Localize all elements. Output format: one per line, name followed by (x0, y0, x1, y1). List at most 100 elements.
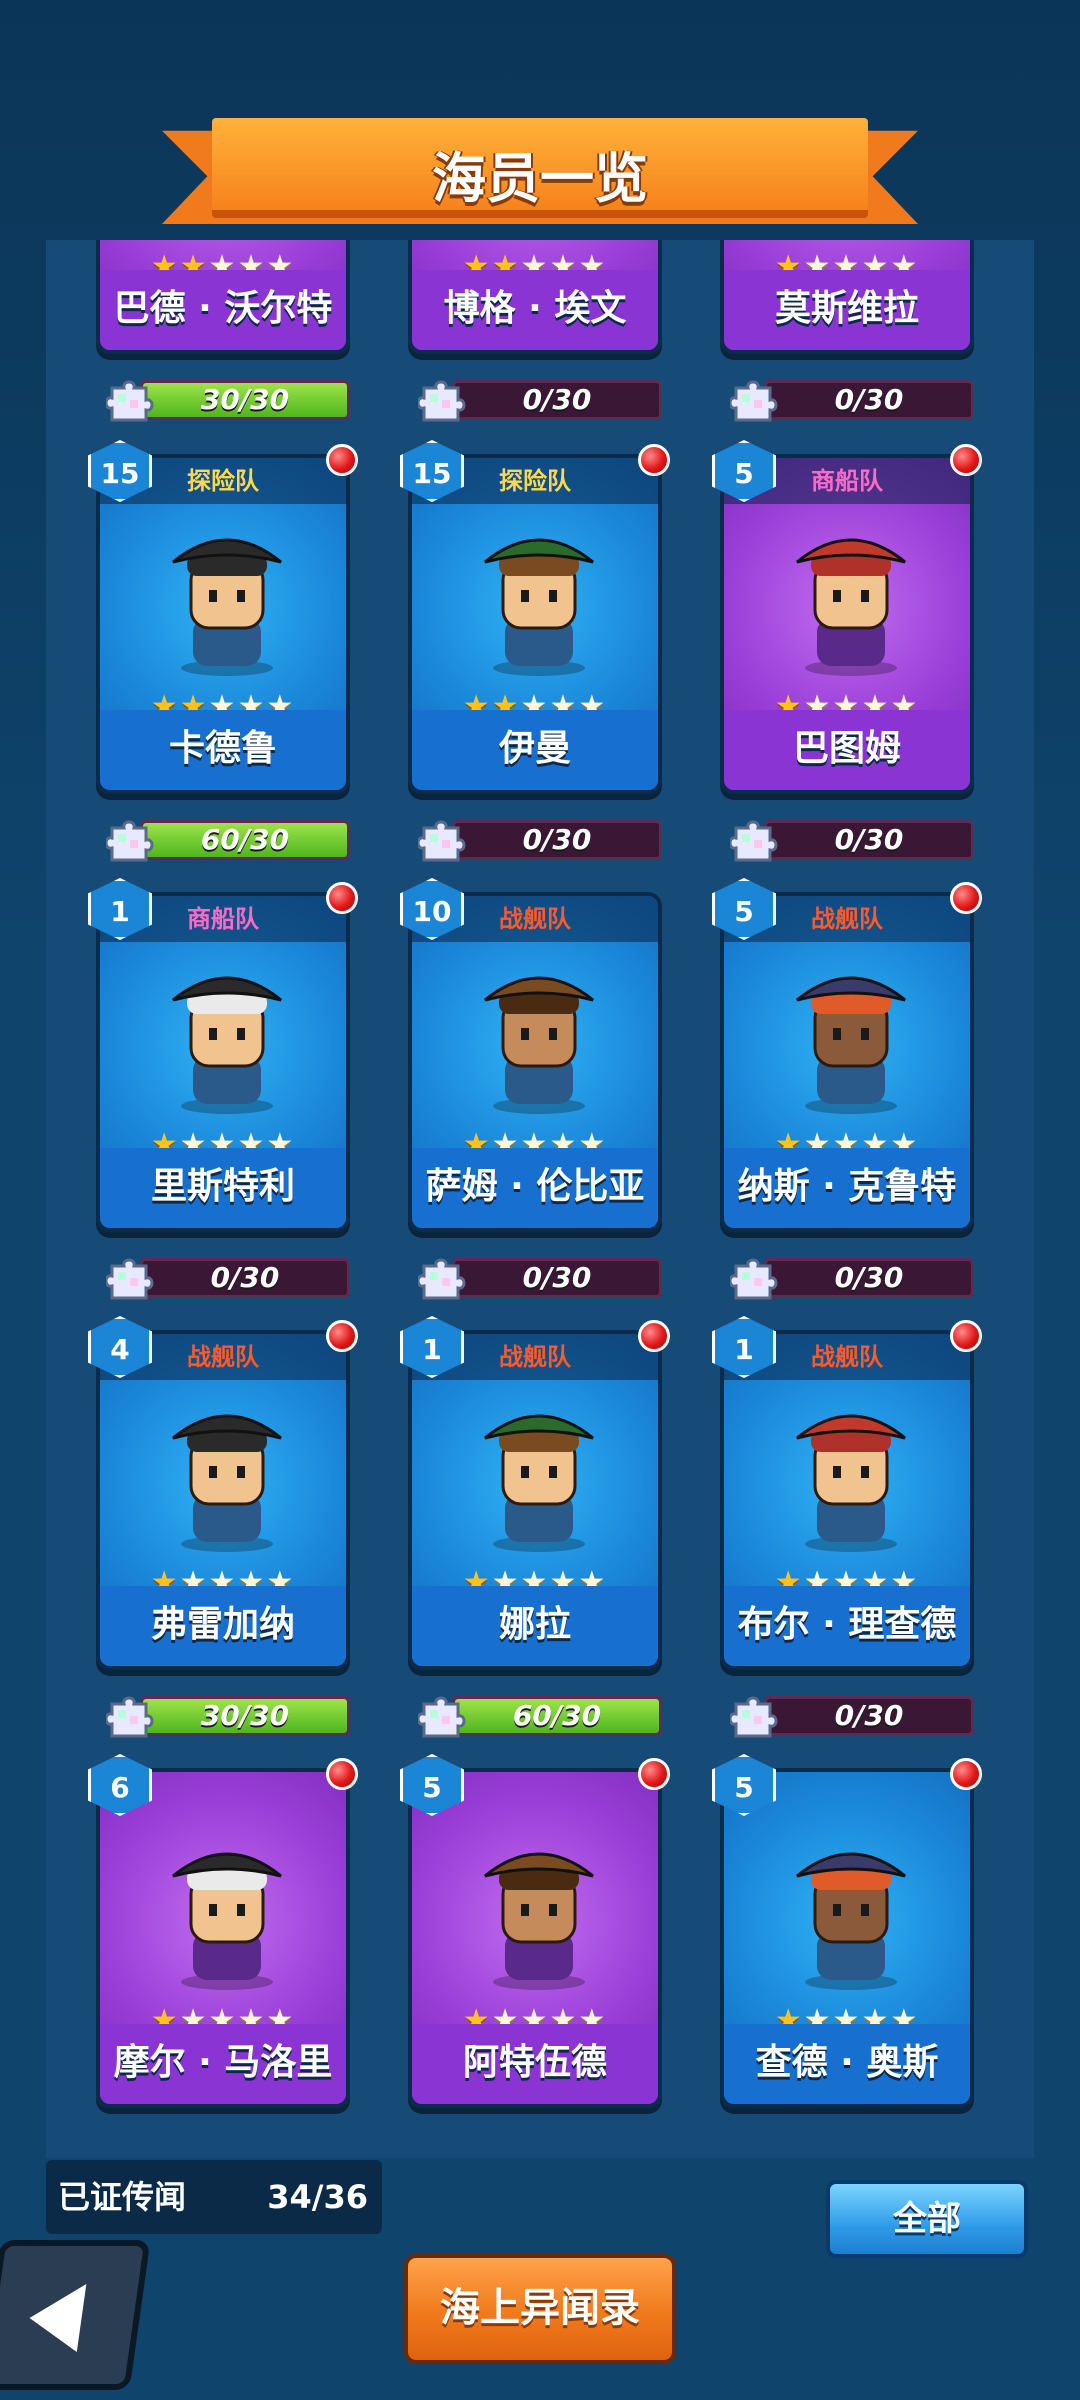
card-frame: 探险队 ★★★★★ 伊曼 (408, 454, 662, 794)
red-dot-icon (638, 1320, 670, 1352)
crew-name: 莫斯维拉 (724, 270, 970, 350)
crew-card-grid[interactable]: ★★★★★ 巴德 · 沃尔特 30/30 ★★★★★ 博格 · 埃文 0/30 ★★★★★ 莫… (46, 240, 1034, 2158)
card-frame: ★★★★★ 博格 · 埃文 (408, 240, 662, 354)
shard-progress-text: 0/30 (834, 1699, 904, 1732)
shard-progress-text: 60/30 (200, 823, 290, 856)
crew-portrait (459, 1832, 619, 1992)
back-button[interactable] (0, 2240, 151, 2390)
puzzle-piece-icon (104, 814, 158, 862)
shard-progress-text: 0/30 (834, 823, 904, 856)
puzzle-piece-icon (416, 1252, 470, 1300)
title-banner: 海员一览 (162, 118, 918, 224)
crew-card[interactable]: 战舰队 ★★★★★ 布尔 · 理查德 1 0/30 (712, 1316, 982, 1740)
crew-name: 巴图姆 (724, 710, 970, 790)
crew-portrait (147, 956, 307, 1116)
crew-card[interactable]: 商船队 ★★★★★ 里斯特利 1 0/30 (88, 878, 358, 1302)
shard-progress-bar: 0/30 (452, 1258, 662, 1298)
shard-progress: 0/30 (104, 1252, 350, 1300)
level-value: 10 (412, 895, 452, 928)
crew-card[interactable]: 战舰队 ★★★★★ 纳斯 · 克鲁特 5 0/30 (712, 878, 982, 1302)
level-value: 5 (734, 457, 754, 490)
crew-name: 萨姆 · 伦比亚 (412, 1148, 658, 1228)
level-value: 1 (734, 1333, 754, 1366)
crew-name: 摩尔 · 马洛里 (100, 2024, 346, 2104)
card-frame: 战舰队 ★★★★★ 萨姆 · 伦比亚 (408, 892, 662, 1232)
crew-card[interactable]: ★★★★★ 摩尔 · 马洛里 6 (88, 1754, 358, 2158)
shard-progress: 0/30 (728, 374, 974, 422)
sea-chronicle-button[interactable]: 海上异闻录 (404, 2254, 676, 2364)
shard-progress-bar: 0/30 (140, 1258, 350, 1298)
crew-card[interactable]: ★★★★★ 巴德 · 沃尔特 30/30 (96, 240, 350, 424)
shard-progress-text: 0/30 (522, 823, 592, 856)
red-dot-icon (950, 1320, 982, 1352)
card-frame: ★★★★★ 查德 · 奥斯 (720, 1768, 974, 2108)
crew-card[interactable]: 探险队 ★★★★★ 伊曼 15 0/30 (400, 440, 670, 864)
level-value: 5 (734, 1771, 754, 1804)
puzzle-piece-icon (728, 814, 782, 862)
level-value: 1 (422, 1333, 442, 1366)
crew-card[interactable]: 战舰队 ★★★★★ 娜拉 1 60/30 (400, 1316, 670, 1740)
crew-name: 里斯特利 (100, 1148, 346, 1228)
crew-name: 阿特伍德 (412, 2024, 658, 2104)
filter-all-button[interactable]: 全部 (826, 2180, 1028, 2258)
crew-portrait (459, 1394, 619, 1554)
shard-progress: 0/30 (728, 1252, 974, 1300)
puzzle-piece-icon (104, 1252, 158, 1300)
crew-portrait (459, 518, 619, 678)
puzzle-piece-icon (104, 374, 158, 422)
card-frame: 战舰队 ★★★★★ 布尔 · 理查德 (720, 1330, 974, 1670)
puzzle-piece-icon (728, 1252, 782, 1300)
crew-name: 伊曼 (412, 710, 658, 790)
card-frame: 战舰队 ★★★★★ 娜拉 (408, 1330, 662, 1670)
shard-progress: 30/30 (104, 374, 350, 422)
shard-progress: 60/30 (104, 814, 350, 862)
crew-portrait (147, 1394, 307, 1554)
rumor-counter-label: 已证传闻 (58, 2178, 187, 2216)
red-dot-icon (638, 1758, 670, 1790)
shard-progress: 0/30 (416, 814, 662, 862)
shard-progress-text: 0/30 (210, 1261, 280, 1294)
red-dot-icon (326, 882, 358, 914)
shard-progress-bar: 30/30 (140, 380, 350, 420)
crew-name: 卡德鲁 (100, 710, 346, 790)
shard-progress-bar: 0/30 (764, 1696, 974, 1736)
crew-card[interactable]: ★★★★★ 莫斯维拉 0/30 (720, 240, 974, 424)
rumor-counter-value: 34/36 (267, 2178, 368, 2216)
shard-progress-bar: 0/30 (452, 820, 662, 860)
card-frame: 战舰队 ★★★★★ 弗雷加纳 (96, 1330, 350, 1670)
shard-progress-bar: 0/30 (764, 1258, 974, 1298)
shard-progress-bar: 30/30 (140, 1696, 350, 1736)
shard-progress: 0/30 (416, 1252, 662, 1300)
red-dot-icon (326, 444, 358, 476)
crew-name: 娜拉 (412, 1586, 658, 1666)
crew-card[interactable]: ★★★★★ 查德 · 奥斯 5 (712, 1754, 982, 2158)
crew-card[interactable]: 战舰队 ★★★★★ 弗雷加纳 4 30/30 (88, 1316, 358, 1740)
crew-name: 巴德 · 沃尔特 (100, 270, 346, 350)
puzzle-piece-icon (416, 814, 470, 862)
shard-progress-bar: 60/30 (140, 820, 350, 860)
card-frame: 战舰队 ★★★★★ 纳斯 · 克鲁特 (720, 892, 974, 1232)
crew-card[interactable]: 探险队 ★★★★★ 卡德鲁 15 60/30 (88, 440, 358, 864)
level-value: 6 (110, 1771, 130, 1804)
card-frame: ★★★★★ 阿特伍德 (408, 1768, 662, 2108)
shard-progress-text: 0/30 (834, 1261, 904, 1294)
level-value: 5 (734, 895, 754, 928)
crew-card[interactable]: ★★★★★ 博格 · 埃文 0/30 (408, 240, 662, 424)
rumor-counter: 已证传闻 34/36 (46, 2160, 382, 2234)
shard-progress: 60/30 (416, 1690, 662, 1738)
shard-progress-bar: 0/30 (452, 380, 662, 420)
page-title: 海员一览 (432, 147, 648, 210)
crew-name: 纳斯 · 克鲁特 (724, 1148, 970, 1228)
card-frame: ★★★★★ 巴德 · 沃尔特 (96, 240, 350, 354)
level-value: 1 (110, 895, 130, 928)
crew-card[interactable]: 商船队 ★★★★★ 巴图姆 5 0/30 (712, 440, 982, 864)
crew-card[interactable]: ★★★★★ 阿特伍德 5 (400, 1754, 670, 2158)
red-dot-icon (950, 444, 982, 476)
crew-card[interactable]: 战舰队 ★★★★★ 萨姆 · 伦比亚 10 0/30 (400, 878, 662, 1302)
shard-progress-text: 60/30 (512, 1699, 602, 1732)
back-arrow-icon (24, 2284, 87, 2352)
puzzle-piece-icon (104, 1690, 158, 1738)
card-frame: 商船队 ★★★★★ 巴图姆 (720, 454, 974, 794)
shard-progress-text: 0/30 (834, 383, 904, 416)
card-frame: ★★★★★ 莫斯维拉 (720, 240, 974, 354)
